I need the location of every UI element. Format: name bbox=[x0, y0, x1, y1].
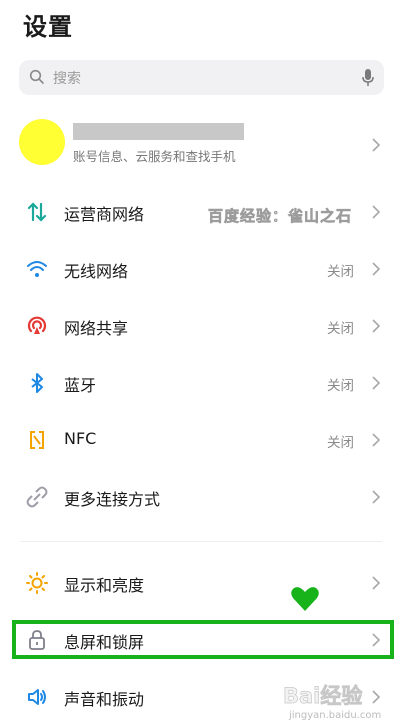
setting-status: 关闭 bbox=[327, 378, 354, 394]
baidu-url: jingyan.baidu.com bbox=[289, 710, 382, 721]
setting-row-hotspot[interactable]: 网络共享 关闭 bbox=[0, 298, 401, 355]
setting-status: 关闭 bbox=[327, 435, 354, 451]
search-input[interactable]: 搜索 bbox=[53, 68, 81, 88]
setting-label: 蓝牙 bbox=[64, 376, 97, 395]
chevron-right-icon bbox=[372, 576, 381, 590]
page-title: 设置 bbox=[23, 13, 73, 41]
setting-row-more-connections[interactable]: 更多连接方式 bbox=[0, 469, 401, 526]
chevron-right-icon bbox=[372, 138, 381, 152]
hotspot-icon bbox=[27, 316, 47, 334]
section-divider bbox=[20, 541, 382, 542]
setting-label: 更多连接方式 bbox=[64, 490, 161, 509]
setting-label: NFC bbox=[64, 429, 97, 448]
speaker-icon bbox=[28, 689, 46, 705]
nfc-icon bbox=[30, 431, 44, 449]
chevron-right-icon bbox=[372, 262, 381, 276]
link-icon bbox=[26, 486, 48, 508]
avatar[interactable] bbox=[19, 119, 65, 165]
heart-icon bbox=[291, 587, 319, 611]
chevron-right-icon bbox=[372, 490, 381, 504]
setting-row-wifi[interactable]: 无线网络 关闭 bbox=[0, 241, 401, 298]
account-name-redacted bbox=[73, 123, 244, 140]
setting-status: 关闭 bbox=[327, 321, 354, 337]
setting-label: 运营商网络 bbox=[64, 205, 145, 224]
search-bar[interactable]: 搜索 bbox=[19, 60, 384, 95]
chevron-right-icon bbox=[372, 433, 381, 447]
setting-label: 显示和亮度 bbox=[64, 576, 145, 595]
watermark: 百度经验：雀山之石 bbox=[208, 207, 353, 226]
chevron-right-icon bbox=[372, 319, 381, 333]
baidu-logo: Bai经验 bbox=[283, 684, 363, 709]
setting-label: 无线网络 bbox=[64, 262, 129, 281]
setting-row-display-brightness[interactable]: 显示和亮度 bbox=[0, 555, 401, 612]
chevron-right-icon bbox=[372, 376, 381, 390]
setting-label: 声音和振动 bbox=[64, 690, 145, 709]
setting-label: 网络共享 bbox=[64, 319, 129, 338]
setting-status: 关闭 bbox=[327, 264, 354, 280]
setting-row-nfc[interactable]: NFC 关闭 bbox=[0, 412, 401, 469]
setting-row-bluetooth[interactable]: 蓝牙 关闭 bbox=[0, 355, 401, 412]
chevron-right-icon bbox=[372, 205, 381, 219]
brightness-icon bbox=[26, 572, 48, 594]
microphone-icon[interactable] bbox=[362, 68, 374, 87]
wifi-icon bbox=[27, 261, 47, 277]
baidu-jingyan-watermark: Bai经验 jingyan.baidu.com bbox=[283, 680, 401, 726]
highlight-box bbox=[12, 620, 394, 659]
bluetooth-icon bbox=[31, 373, 43, 393]
account-subtitle: 账号信息、云服务和查找手机 bbox=[73, 149, 236, 164]
account-row[interactable]: 账号信息、云服务和查找手机 bbox=[0, 112, 401, 176]
search-icon bbox=[29, 69, 44, 84]
mobile-data-icon bbox=[27, 202, 47, 222]
